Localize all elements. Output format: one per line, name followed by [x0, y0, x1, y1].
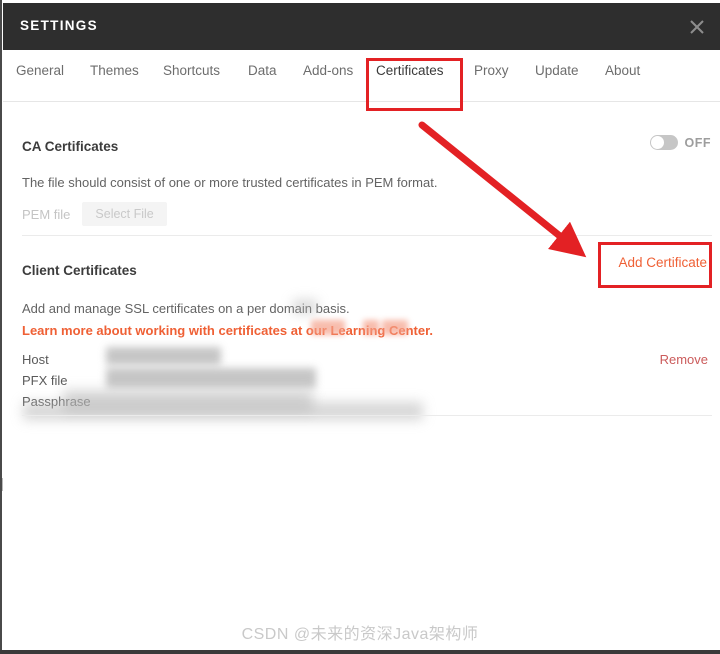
- pfx-file-value-redacted: [106, 368, 316, 388]
- ca-certificates-toggle[interactable]: OFF: [649, 135, 712, 150]
- redaction-blur: [293, 300, 317, 313]
- pem-file-row: PEM file Select File: [22, 202, 167, 226]
- redaction-blur: [363, 320, 379, 335]
- tab-general[interactable]: General: [16, 63, 64, 78]
- certificate-row-divider: [22, 415, 712, 416]
- settings-content: CA Certificates OFF The file should cons…: [3, 102, 720, 650]
- tab-themes[interactable]: Themes: [90, 63, 139, 78]
- client-certificates-heading: Client Certificates: [22, 263, 137, 278]
- pfx-file-label: PFX file: [22, 373, 68, 388]
- redaction-blur: [23, 402, 423, 420]
- ca-certificates-description: The file should consist of one or more t…: [22, 175, 438, 190]
- redaction-blur: [382, 320, 408, 335]
- tab-certificates[interactable]: Certificates: [376, 63, 444, 78]
- toggle-switch-icon: [649, 135, 678, 150]
- redaction-blur: [311, 320, 345, 335]
- title-bar: SETTINGS: [3, 3, 720, 50]
- pem-file-label: PEM file: [22, 206, 71, 222]
- add-certificate-button[interactable]: Add Certificate: [618, 255, 707, 270]
- host-value-redacted: [106, 347, 221, 365]
- close-icon[interactable]: [684, 14, 710, 40]
- select-file-button[interactable]: Select File: [82, 202, 167, 226]
- ca-toggle-state-label: OFF: [684, 135, 711, 150]
- ca-certificates-heading: CA Certificates: [22, 139, 119, 154]
- window-left-edge: [0, 0, 2, 650]
- tab-proxy[interactable]: Proxy: [474, 63, 509, 78]
- window-title: SETTINGS: [20, 18, 98, 33]
- tab-shortcuts[interactable]: Shortcuts: [163, 63, 220, 78]
- tab-data[interactable]: Data: [248, 63, 277, 78]
- tab-update[interactable]: Update: [535, 63, 579, 78]
- remove-certificate-link[interactable]: Remove: [660, 352, 708, 367]
- settings-tab-bar: General Themes Shortcuts Data Add-ons Ce…: [3, 50, 720, 105]
- host-label: Host: [22, 352, 49, 367]
- tab-about[interactable]: About: [605, 63, 640, 78]
- settings-window: SETTINGS General Themes Shortcuts Data A…: [0, 0, 720, 654]
- window-bottom-edge: [0, 650, 720, 654]
- tab-add-ons[interactable]: Add-ons: [303, 63, 353, 78]
- section-divider: [22, 235, 712, 236]
- csdn-watermark: CSDN @未来的资深Java架构师: [241, 626, 479, 643]
